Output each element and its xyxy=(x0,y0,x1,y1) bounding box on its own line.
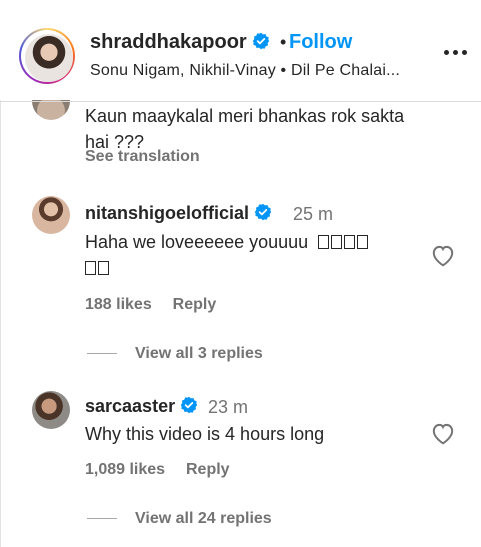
see-translation-link[interactable]: See translation xyxy=(85,148,200,166)
replies-divider xyxy=(87,353,117,354)
author-username-text[interactable]: shraddhakapoor xyxy=(90,31,247,53)
view-replies-button[interactable]: View all 24 replies xyxy=(135,510,272,528)
more-options-icon[interactable] xyxy=(444,49,468,57)
commenter-avatar[interactable] xyxy=(32,391,70,429)
verified-badge-icon xyxy=(180,396,198,414)
author-username[interactable]: shraddhakapoor xyxy=(90,31,270,54)
story-ring[interactable] xyxy=(19,28,75,84)
heart-outline-icon[interactable] xyxy=(430,421,456,445)
commenter-username[interactable]: nitanshigoelofficial xyxy=(85,203,272,224)
likes-count[interactable]: 1,089 likes xyxy=(85,461,165,478)
commenter-avatar[interactable] xyxy=(32,196,70,234)
comments-panel: Kaun maaykalal meri bhankas rok sakta ha… xyxy=(0,0,481,547)
verified-badge-icon xyxy=(254,203,272,221)
author-avatar[interactable] xyxy=(25,34,73,82)
comment-meta: 1,089 likes Reply xyxy=(85,461,230,479)
comment-text: Why this video is 4 hours long xyxy=(85,424,325,444)
comment-timestamp: 25 m xyxy=(293,204,334,224)
comment-text-content: Haha we loveeeeee youuuu xyxy=(85,232,309,252)
header-separator: • xyxy=(280,32,287,52)
verified-badge-icon xyxy=(253,32,270,50)
follow-button[interactable]: Follow xyxy=(289,31,352,54)
comment-timestamp: 23 m xyxy=(208,397,249,417)
commenter-username[interactable]: sarcaaster xyxy=(85,396,198,417)
comment-meta: 188 likes Reply xyxy=(85,296,216,314)
comment-text: Haha we loveeeeee youuuu xyxy=(85,229,415,281)
replies-divider xyxy=(87,518,117,519)
view-replies-button[interactable]: View all 3 replies xyxy=(135,345,263,363)
heart-outline-icon[interactable] xyxy=(430,243,456,267)
audio-subtitle[interactable]: Sonu Nigam, Nikhil-Vinay • Dil Pe Chalai… xyxy=(90,62,400,80)
header-divider xyxy=(0,101,481,102)
reply-button[interactable]: Reply xyxy=(186,461,230,478)
likes-count[interactable]: 188 likes xyxy=(85,296,152,313)
reply-button[interactable]: Reply xyxy=(173,296,217,313)
post-header: shraddhakapoor • Follow Sonu Nigam, Nikh… xyxy=(0,0,481,100)
